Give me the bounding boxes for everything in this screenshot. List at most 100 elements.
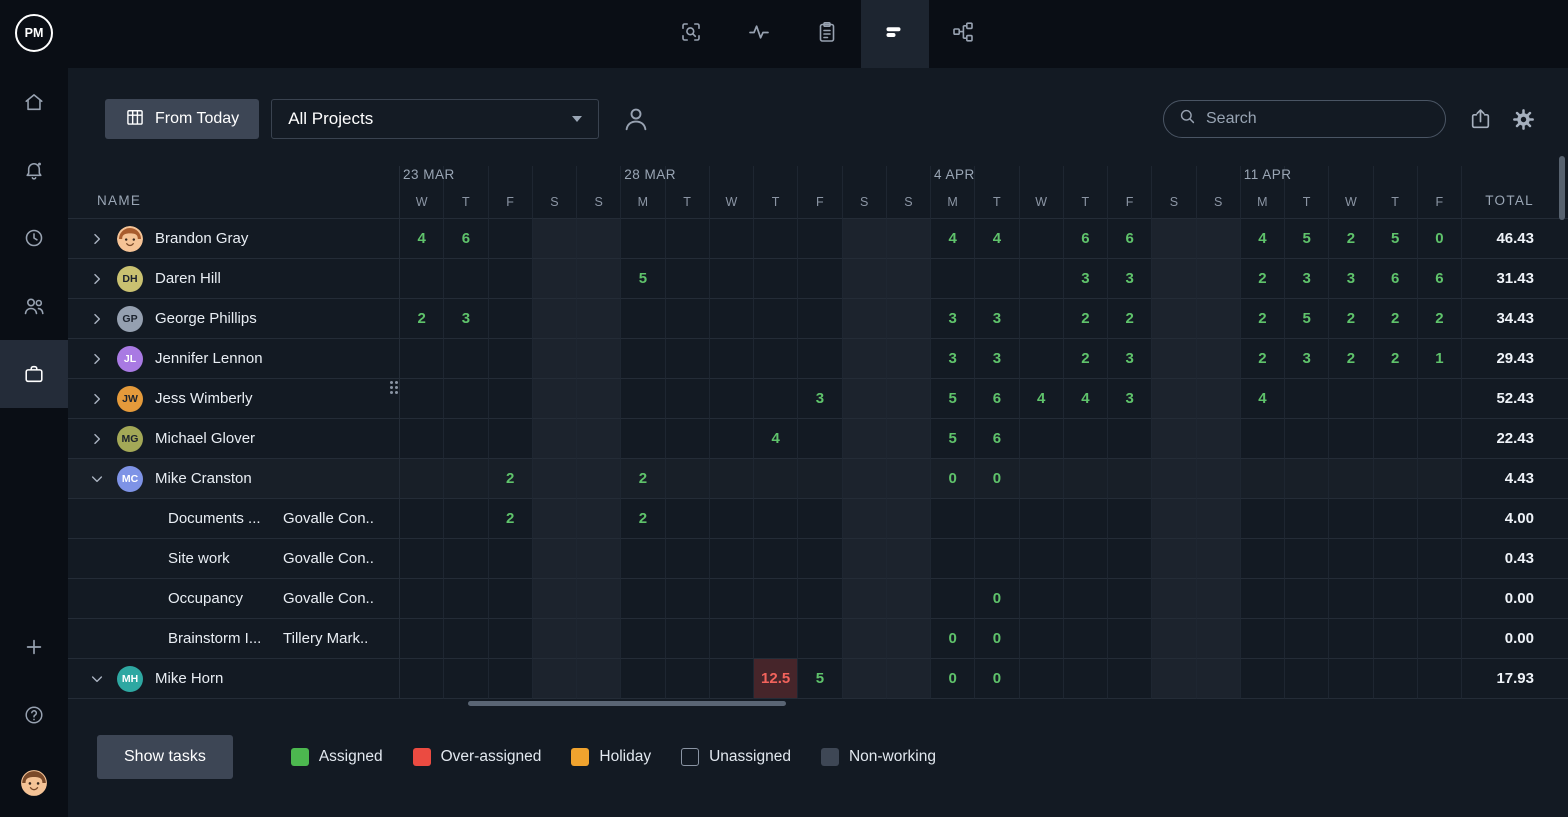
allocation-cell[interactable] [710, 659, 754, 699]
allocation-cell[interactable]: 3 [1108, 339, 1152, 379]
allocation-cell[interactable] [1329, 579, 1373, 619]
settings-gear-icon[interactable] [1511, 107, 1536, 132]
allocation-cell[interactable]: 6 [975, 419, 1019, 459]
row-expand-chevron[interactable] [89, 391, 105, 407]
row-expand-chevron[interactable] [89, 671, 105, 687]
allocation-cell[interactable] [621, 339, 665, 379]
allocation-cell[interactable] [754, 619, 798, 659]
allocation-cell[interactable] [533, 579, 577, 619]
allocation-cell[interactable] [1152, 579, 1196, 619]
allocation-cell[interactable] [400, 499, 444, 539]
allocation-cell[interactable]: 4 [1020, 379, 1064, 419]
person-row[interactable]: Brandon Gray4644664525046.43 [68, 219, 1568, 259]
allocation-cell[interactable] [444, 659, 488, 699]
allocation-cell[interactable] [710, 219, 754, 259]
allocation-cell[interactable] [1285, 659, 1329, 699]
allocation-cell[interactable] [489, 619, 533, 659]
export-icon[interactable] [1468, 107, 1493, 132]
allocation-cell[interactable] [444, 539, 488, 579]
allocation-cell[interactable] [754, 299, 798, 339]
allocation-cell[interactable]: 6 [975, 379, 1019, 419]
allocation-cell[interactable]: 4 [400, 219, 444, 259]
allocation-cell[interactable] [975, 499, 1019, 539]
allocation-cell[interactable] [489, 379, 533, 419]
tab-workflow[interactable] [929, 0, 997, 68]
allocation-cell[interactable] [798, 259, 842, 299]
allocation-cell[interactable] [1418, 379, 1462, 419]
allocation-cell[interactable] [400, 659, 444, 699]
allocation-cell[interactable] [1152, 299, 1196, 339]
allocation-cell[interactable] [1020, 579, 1064, 619]
row-expand-chevron[interactable] [89, 311, 105, 327]
allocation-cell[interactable] [577, 259, 621, 299]
allocation-cell[interactable] [1241, 579, 1285, 619]
allocation-cell[interactable] [1285, 419, 1329, 459]
allocation-cell[interactable] [887, 379, 931, 419]
allocation-cell[interactable] [400, 619, 444, 659]
allocation-cell[interactable] [1374, 499, 1418, 539]
allocation-cell[interactable]: 3 [1108, 379, 1152, 419]
allocation-cell[interactable] [400, 419, 444, 459]
allocation-cell[interactable] [754, 259, 798, 299]
allocation-cell[interactable] [1020, 539, 1064, 579]
allocation-cell[interactable] [1374, 619, 1418, 659]
allocation-cell[interactable]: 2 [1374, 339, 1418, 379]
allocation-cell[interactable] [843, 219, 887, 259]
tab-activity[interactable] [725, 0, 793, 68]
allocation-cell[interactable] [887, 219, 931, 259]
allocation-cell[interactable] [577, 659, 621, 699]
allocation-cell[interactable] [444, 419, 488, 459]
allocation-cell[interactable] [798, 619, 842, 659]
allocation-cell[interactable] [843, 579, 887, 619]
allocation-cell[interactable]: 5 [1374, 219, 1418, 259]
allocation-cell[interactable] [798, 539, 842, 579]
tab-zoom-area[interactable] [657, 0, 725, 68]
allocation-cell[interactable] [1285, 619, 1329, 659]
allocation-cell[interactable]: 5 [621, 259, 665, 299]
allocation-cell[interactable]: 6 [1064, 219, 1108, 259]
allocation-cell[interactable] [489, 419, 533, 459]
allocation-cell[interactable] [666, 579, 710, 619]
allocation-cell[interactable] [621, 539, 665, 579]
allocation-cell[interactable] [666, 219, 710, 259]
allocation-cell[interactable] [666, 299, 710, 339]
allocation-cell[interactable] [1108, 579, 1152, 619]
allocation-cell[interactable] [843, 379, 887, 419]
allocation-cell[interactable] [489, 339, 533, 379]
row-expand-chevron[interactable] [89, 351, 105, 367]
task-row[interactable]: Brainstorm I...Tillery Mark..000.00 [68, 619, 1568, 659]
allocation-cell[interactable] [798, 419, 842, 459]
allocation-cell[interactable]: 2 [1064, 299, 1108, 339]
allocation-cell[interactable]: 5 [1285, 299, 1329, 339]
allocation-cell[interactable] [1020, 299, 1064, 339]
allocation-cell[interactable] [400, 379, 444, 419]
allocation-cell[interactable] [577, 459, 621, 499]
allocation-cell[interactable] [710, 579, 754, 619]
allocation-cell[interactable] [798, 299, 842, 339]
allocation-cell[interactable] [1418, 659, 1462, 699]
allocation-cell[interactable] [533, 379, 577, 419]
allocation-cell[interactable]: 3 [975, 299, 1019, 339]
allocation-cell[interactable] [1418, 619, 1462, 659]
allocation-cell[interactable] [710, 499, 754, 539]
allocation-cell[interactable]: 0 [931, 659, 975, 699]
allocation-cell[interactable] [843, 299, 887, 339]
sidebar-item-user-avatar[interactable] [0, 749, 68, 817]
allocation-cell[interactable]: 2 [400, 299, 444, 339]
allocation-cell[interactable]: 0 [931, 459, 975, 499]
allocation-cell[interactable] [887, 299, 931, 339]
row-expand-chevron[interactable] [89, 231, 105, 247]
allocation-cell[interactable] [1064, 499, 1108, 539]
allocation-cell[interactable] [489, 579, 533, 619]
tab-report[interactable] [793, 0, 861, 68]
allocation-cell[interactable] [843, 539, 887, 579]
allocation-cell[interactable] [1329, 619, 1373, 659]
allocation-cell[interactable] [843, 499, 887, 539]
allocation-cell[interactable] [577, 499, 621, 539]
allocation-cell[interactable] [931, 579, 975, 619]
allocation-cell[interactable]: 6 [1108, 219, 1152, 259]
allocation-cell[interactable] [1241, 539, 1285, 579]
allocation-cell[interactable] [666, 659, 710, 699]
allocation-cell[interactable]: 2 [489, 459, 533, 499]
allocation-cell[interactable] [666, 259, 710, 299]
